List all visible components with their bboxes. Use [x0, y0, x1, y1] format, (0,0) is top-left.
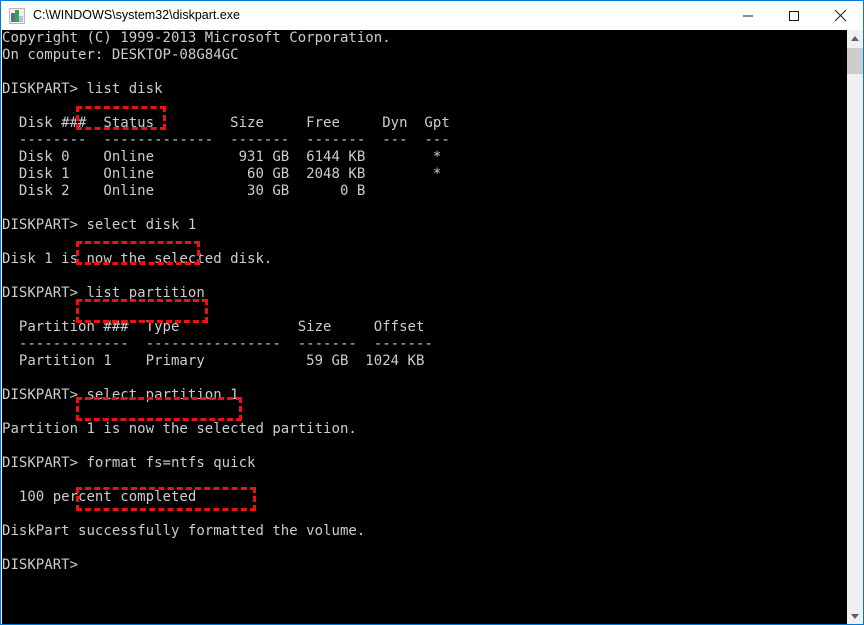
scroll-up-button[interactable]: [847, 30, 863, 47]
close-icon: [834, 9, 846, 22]
close-button[interactable]: [817, 1, 863, 30]
scroll-down-icon: [851, 614, 859, 619]
minimize-button[interactable]: [725, 1, 771, 30]
scroll-down-button[interactable]: [847, 608, 863, 624]
diskpart-window: C:\WINDOWS\system32\diskpart.exe Copyrig…: [0, 0, 864, 625]
window-title: C:\WINDOWS\system32\diskpart.exe: [33, 8, 240, 22]
minimize-icon: [743, 15, 753, 16]
console-output-area[interactable]: Copyright (C) 1999-2013 Microsoft Corpor…: [2, 30, 847, 624]
scrollbar-thumb[interactable]: [847, 48, 863, 74]
maximize-button[interactable]: [771, 1, 817, 30]
vertical-scrollbar[interactable]: [847, 30, 863, 624]
title-bar[interactable]: C:\WINDOWS\system32\diskpart.exe: [1, 1, 863, 30]
console-icon: [9, 7, 25, 24]
maximize-icon: [789, 10, 799, 21]
console-text: Copyright (C) 1999-2013 Microsoft Corpor…: [2, 30, 450, 573]
scroll-up-icon: [851, 36, 859, 41]
